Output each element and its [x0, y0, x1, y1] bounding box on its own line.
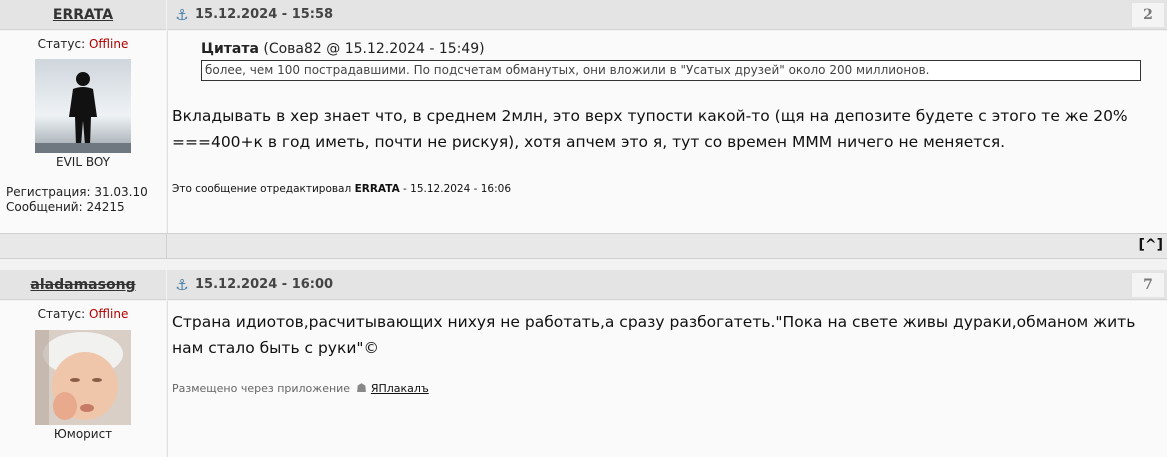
anchor-icon[interactable]: ⚓ [173, 6, 191, 24]
user-stats: Регистрация: 31.03.10 Сообщений: 24215 [0, 185, 166, 215]
posted-via: Размещено через приложение ☗ ЯПлакалъ [168, 381, 1167, 395]
status-label: Статус: [37, 307, 86, 321]
post-author-header: aladamasong [0, 270, 166, 300]
quote-meta: (Сова82 @ 15.12.2024 - 15:49) [263, 41, 485, 57]
post-number[interactable]: 2 [1131, 2, 1165, 28]
registration-date: Регистрация: 31.03.10 [6, 185, 148, 199]
edited-suffix: - 15.12.2024 - 16:06 [403, 183, 512, 195]
post-body: Страна идиотов,расчитывающих нихуя не ра… [167, 301, 1167, 457]
avatar[interactable] [35, 329, 131, 425]
post-date: 15.12.2024 - 15:58 [195, 7, 334, 22]
quote-block: Цитата (Сова82 @ 15.12.2024 - 15:49) бол… [168, 31, 1167, 81]
post-date: 15.12.2024 - 16:00 [195, 277, 334, 292]
author-link[interactable]: ERRATA [53, 7, 113, 23]
message-count: Сообщений: 24215 [6, 200, 125, 214]
status-value: Offline [88, 37, 129, 51]
user-info: Статус: Offline Юморист [0, 301, 166, 457]
user-info: Статус: Offline EVIL BOY Регистрация: 31… [0, 31, 166, 233]
via-text: Размещено через приложение [172, 381, 351, 395]
post-message: Вкладывать в хер знает что, в среднем 2м… [172, 107, 1128, 151]
quote-label: Цитата [201, 41, 259, 57]
anchor-icon[interactable]: ⚓ [173, 276, 191, 294]
quote-header: Цитата (Сова82 @ 15.12.2024 - 15:49) [201, 41, 1167, 57]
app-link[interactable]: ЯПлакалъ [371, 382, 429, 395]
post-footer: [^] [0, 233, 1167, 259]
post-message: Страна идиотов,расчитывающих нихуя не ра… [172, 313, 1136, 357]
scroll-top-link[interactable]: [^] [1138, 237, 1163, 253]
footer-divider [166, 234, 167, 258]
status-value: Offline [88, 307, 129, 321]
post-author-header: ERRATA [0, 0, 166, 30]
post-header: ⚓ 15.12.2024 - 15:58 2 [167, 0, 1167, 30]
post-header: ⚓ 15.12.2024 - 16:00 7 [167, 270, 1167, 300]
avatar-caption: EVIL BOY [56, 155, 110, 169]
edited-prefix: Это сообщение отредактировал [172, 183, 352, 195]
status-line: Статус: Offline [0, 301, 166, 321]
edited-note: Это сообщение отредактировал ERRATA - 15… [168, 183, 1167, 195]
post-body: Цитата (Сова82 @ 15.12.2024 - 15:49) бол… [167, 31, 1167, 233]
author-link[interactable]: aladamasong [30, 277, 135, 293]
avatar-caption: Юморист [53, 427, 113, 441]
post-separator [0, 260, 1167, 266]
post-number[interactable]: 7 [1131, 272, 1165, 298]
status-label: Статус: [37, 37, 86, 51]
avatar[interactable] [35, 59, 131, 153]
quote-text: более, чем 100 пострадавшими. По подсчет… [201, 60, 1141, 81]
status-line: Статус: Offline [0, 31, 166, 51]
edited-by: ERRATA [354, 183, 400, 195]
android-icon: ☗ [356, 381, 367, 395]
